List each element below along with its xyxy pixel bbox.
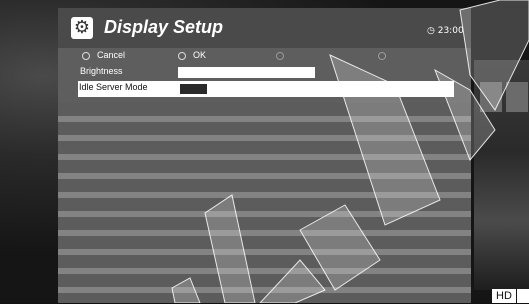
watermark <box>171 0 529 303</box>
badge-edge <box>517 289 529 303</box>
hd-badge: HD <box>492 289 516 303</box>
watermark-letter <box>329 54 441 226</box>
watermark-letter <box>171 277 201 303</box>
watermark-letter <box>259 259 326 303</box>
watermark-letter <box>204 194 256 303</box>
